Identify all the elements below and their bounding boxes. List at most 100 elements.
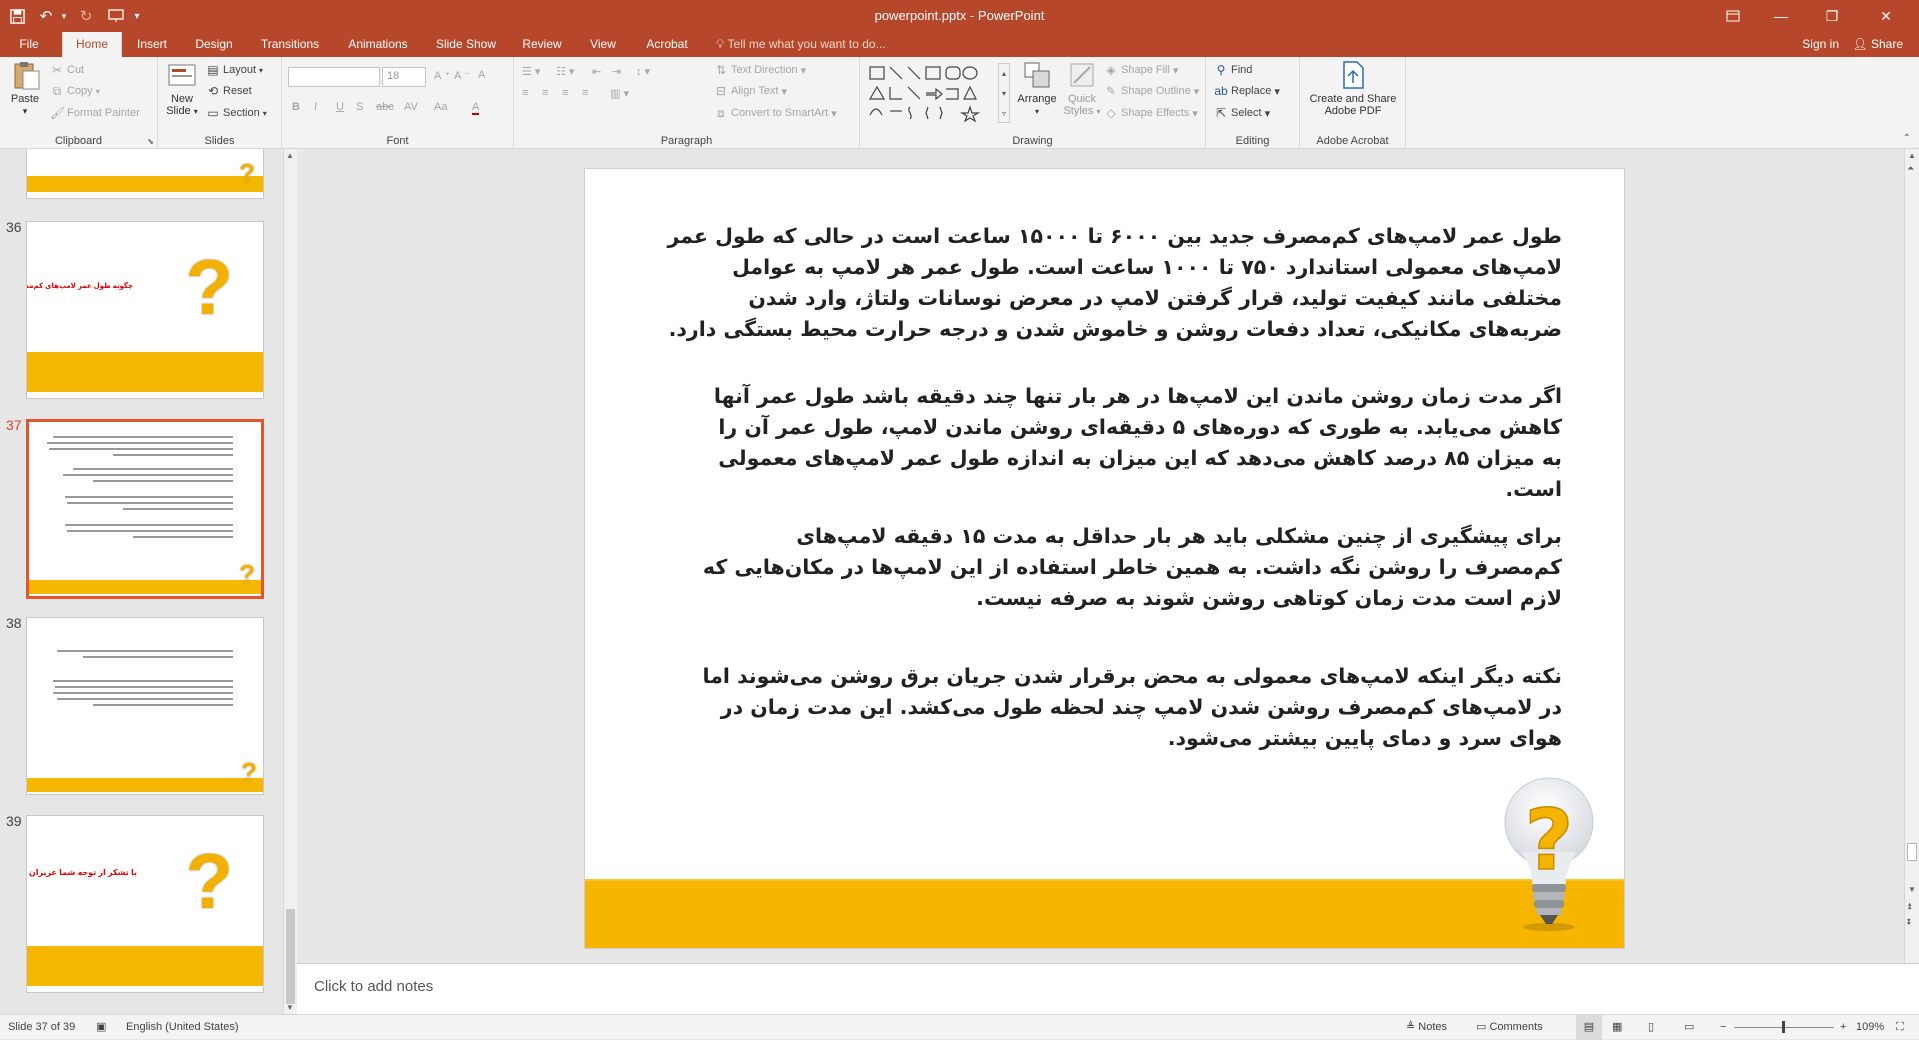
tab-slide-show[interactable]: Slide Show: [428, 32, 504, 57]
next-slide-button[interactable]: ⏬︎: [1907, 917, 1912, 928]
underline-button[interactable]: U: [336, 101, 344, 113]
tell-me-box[interactable]: 💡︎ Tell me what you want to do...: [716, 32, 886, 57]
slide-paragraph[interactable]: برای پیشگیری از چنین مشکلی باید هر بار ح…: [702, 521, 1562, 614]
notes-pane[interactable]: Click to add notes: [297, 963, 1919, 1014]
minimize-button[interactable]: —: [1758, 0, 1804, 32]
shapes-gallery[interactable]: [866, 63, 998, 123]
chevron-down-icon[interactable]: ▾: [130, 0, 144, 32]
tab-file[interactable]: File: [0, 32, 58, 57]
tab-view[interactable]: View: [580, 32, 626, 57]
shape-fill-button[interactable]: ◈ Shape Fill ▾: [1104, 63, 1178, 77]
numbering-icon[interactable]: ☷ ▾: [556, 65, 574, 78]
tab-home[interactable]: Home: [62, 32, 122, 57]
justify-icon[interactable]: ≡: [582, 87, 588, 99]
tab-design[interactable]: Design: [186, 32, 242, 57]
dialog-launcher-icon[interactable]: ⬊: [147, 137, 154, 146]
scroll-up-icon[interactable]: ▲: [286, 151, 294, 160]
create-pdf-button[interactable]: Create and Share Adobe PDF: [1302, 59, 1404, 117]
restore-button[interactable]: ❐: [1809, 0, 1855, 32]
save-icon[interactable]: [4, 0, 30, 32]
font-size-field[interactable]: 18: [382, 67, 426, 87]
find-button[interactable]: ⚲ Find: [1214, 63, 1253, 77]
convert-smartart-button[interactable]: ⧈ Convert to SmartArt ▾: [714, 106, 837, 120]
quick-styles-button[interactable]: Quick Styles ▾: [1062, 59, 1102, 117]
fit-to-window-icon[interactable]: ⛶: [1896, 1015, 1904, 1040]
bold-button[interactable]: B: [292, 101, 300, 113]
copy-button[interactable]: ⧉ Copy ▾: [50, 84, 100, 98]
line-spacing-icon[interactable]: ↕ ▾: [636, 65, 650, 78]
format-painter-button[interactable]: 🖌︎ Format Painter: [50, 106, 140, 120]
columns-icon[interactable]: ▥ ▾: [610, 87, 629, 100]
shadow-button[interactable]: S: [356, 101, 363, 113]
thumbnail-scrollbar[interactable]: ▲ ▼: [283, 149, 297, 1014]
slideshow-view-icon[interactable]: ▭: [1684, 1015, 1694, 1040]
slide-canvas[interactable]: طول عمر لامپ‌های کم‌مصرف جدید بین ۶۰۰۰ ت…: [584, 168, 1625, 949]
bullets-icon[interactable]: ☰ ▾: [522, 65, 540, 78]
decrease-indent-icon[interactable]: ⇤: [592, 65, 601, 78]
arrange-button[interactable]: Arrange ▾: [1016, 59, 1058, 117]
new-slide-button[interactable]: New Slide ▾: [162, 59, 202, 117]
select-button[interactable]: ⇱ Select ▾: [1214, 106, 1270, 120]
layout-button[interactable]: ▤ Layout ▾: [206, 63, 263, 77]
comments-toggle-button[interactable]: ▭ Comments: [1476, 1015, 1543, 1040]
slide-sorter-icon[interactable]: ▦: [1612, 1015, 1622, 1040]
tab-transitions[interactable]: Transitions: [252, 32, 328, 57]
slide-thumbnail[interactable]: ?: [26, 149, 264, 199]
tab-insert[interactable]: Insert: [126, 32, 178, 57]
collapse-ribbon-icon[interactable]: ⌃: [1903, 133, 1911, 144]
notes-placeholder[interactable]: Click to add notes: [314, 978, 433, 995]
text-direction-button[interactable]: ⇅ Text Direction ▾: [714, 63, 806, 77]
strikethrough-button[interactable]: abc: [376, 101, 394, 113]
scroll-up-icon[interactable]: ▲: [1908, 151, 1916, 160]
paste-button[interactable]: Paste ▾: [4, 59, 46, 117]
replace-button[interactable]: ab Replace ▾: [1214, 84, 1280, 98]
shape-effects-button[interactable]: ◇ Shape Effects ▾: [1104, 106, 1197, 120]
previous-slide-icon[interactable]: ⏶: [1907, 163, 1914, 174]
slide-scrollbar[interactable]: ▲ ⏶ ▼ ⏫︎ ⏬︎: [1904, 149, 1919, 963]
scroll-down-icon[interactable]: ▼: [1908, 885, 1916, 894]
undo-icon[interactable]: ↶: [34, 0, 58, 32]
italic-button[interactable]: I: [314, 101, 317, 113]
cut-button[interactable]: ✂ Cut: [50, 63, 84, 77]
grow-font-button[interactable]: A ⁺: [434, 69, 450, 83]
normal-view-icon[interactable]: ▤: [1576, 1015, 1602, 1040]
zoom-out-button[interactable]: −: [1720, 1015, 1726, 1040]
reset-button[interactable]: ⟲ Reset: [206, 84, 252, 98]
slide-thumbnail[interactable]: با تشکر از توجه شما عزیزان ?: [26, 815, 264, 993]
align-right-icon[interactable]: ≡: [562, 87, 568, 99]
tab-animations[interactable]: Animations: [338, 32, 418, 57]
slide-paragraph[interactable]: نکته دیگر اینکه لامپ‌های معمولی به محض ب…: [702, 661, 1562, 754]
align-center-icon[interactable]: ≡: [542, 87, 548, 99]
scroll-thumb[interactable]: [1907, 843, 1917, 861]
shapes-gallery-scroll[interactable]: ▴ ▾ ▿: [998, 63, 1010, 123]
slide-thumbnail-selected[interactable]: ?: [26, 419, 264, 599]
slide-paragraph[interactable]: طول عمر لامپ‌های کم‌مصرف جدید بین ۶۰۰۰ ت…: [662, 221, 1562, 345]
slide-thumbnail[interactable]: ?: [26, 617, 264, 795]
share-button[interactable]: 👤︎ Share: [1852, 32, 1903, 57]
clear-formatting-button[interactable]: A: [478, 69, 485, 81]
spell-check-icon[interactable]: ▣: [96, 1015, 106, 1040]
shape-outline-button[interactable]: ✎ Shape Outline ▾: [1104, 84, 1199, 98]
shrink-font-button[interactable]: A ⁻: [454, 69, 470, 83]
align-left-icon[interactable]: ≡: [522, 87, 528, 99]
previous-slide-button[interactable]: ⏫︎: [1907, 901, 1912, 912]
slide-paragraph[interactable]: اگر مدت زمان روشن ماندن این لامپ‌ها در ه…: [702, 381, 1562, 505]
character-spacing-button[interactable]: AV: [404, 101, 418, 113]
scroll-thumb[interactable]: [286, 909, 295, 1004]
align-text-button[interactable]: ⊟ Align Text ▾: [714, 84, 787, 98]
font-name-field[interactable]: [288, 67, 380, 87]
increase-indent-icon[interactable]: ⇥: [612, 65, 621, 78]
language-indicator[interactable]: English (United States): [126, 1015, 239, 1040]
slide-thumbnail[interactable]: چگونه طول عمر لامپ‌های کم‌مصرف را افزایش…: [26, 221, 264, 399]
ribbon-display-icon[interactable]: [1710, 0, 1756, 32]
sign-in-link[interactable]: Sign in: [1802, 32, 1839, 57]
zoom-level[interactable]: 109%: [1856, 1015, 1884, 1040]
close-button[interactable]: ✕: [1863, 0, 1909, 32]
tab-review[interactable]: Review: [512, 32, 572, 57]
notes-toggle-button[interactable]: ≜ Notes: [1406, 1015, 1447, 1040]
undo-dropdown-icon[interactable]: ▾: [58, 0, 70, 32]
zoom-in-button[interactable]: +: [1840, 1015, 1846, 1040]
scroll-down-icon[interactable]: ▼: [286, 1003, 294, 1012]
present-icon[interactable]: [104, 0, 128, 32]
change-case-button[interactable]: Aa: [434, 101, 447, 113]
